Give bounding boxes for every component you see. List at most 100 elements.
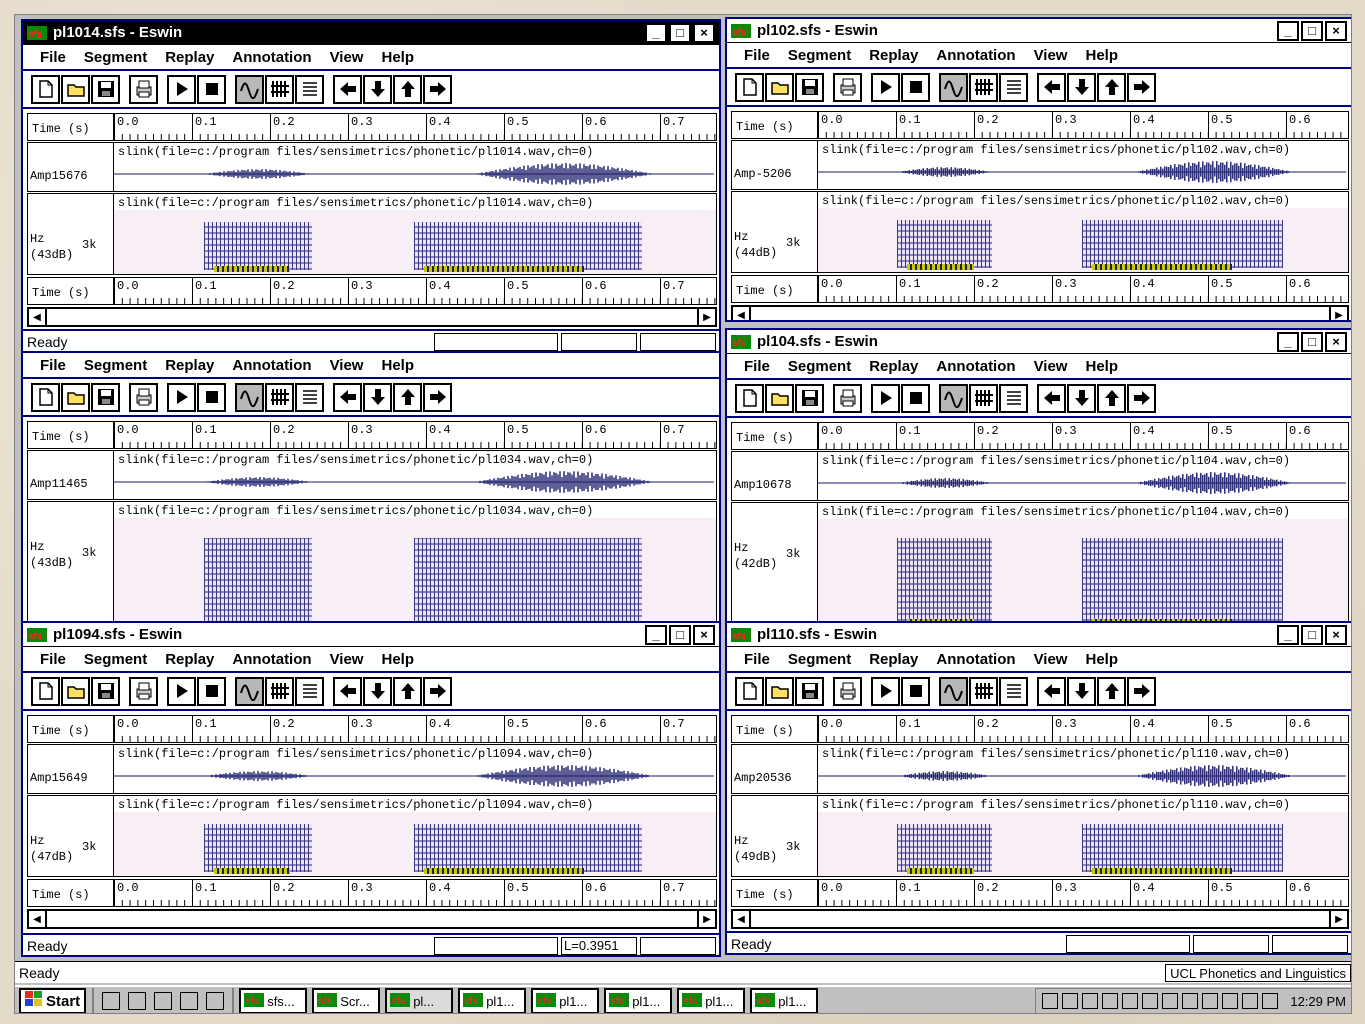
menu-segment[interactable]: Segment bbox=[75, 49, 156, 66]
arrow-up-button[interactable] bbox=[1097, 72, 1126, 102]
play-button[interactable] bbox=[167, 676, 196, 706]
horizontal-scrollbar[interactable]: ◀ ▶ bbox=[27, 909, 717, 929]
horizontal-scrollbar[interactable]: ◀ ▶ bbox=[27, 307, 717, 327]
save-button[interactable] bbox=[795, 72, 824, 102]
horizontal-scrollbar[interactable]: ◀ ▶ bbox=[731, 305, 1349, 320]
grid-view-button[interactable] bbox=[969, 72, 998, 102]
grid-view-button[interactable] bbox=[969, 383, 998, 413]
print-button[interactable] bbox=[129, 74, 158, 104]
display-area[interactable]: Time (s) 0.0 0.1 0.2 0.3 0.4 0.5 0.6 0.7 Amp15649… bbox=[23, 711, 719, 933]
menu-help[interactable]: Help bbox=[372, 49, 423, 66]
play-button[interactable] bbox=[167, 382, 196, 412]
menu-replay[interactable]: Replay bbox=[156, 357, 223, 374]
title-bar[interactable]: sfs pl102.sfs - Eswin _ □ × bbox=[727, 19, 1351, 43]
scroll-right-button[interactable]: ▶ bbox=[697, 911, 715, 927]
menu-annotation[interactable]: Annotation bbox=[223, 49, 320, 66]
horizontal-scrollbar[interactable]: ◀ ▶ bbox=[731, 909, 1349, 929]
arrow-up-button[interactable] bbox=[393, 382, 422, 412]
menu-segment[interactable]: Segment bbox=[75, 651, 156, 668]
menu-annotation[interactable]: Annotation bbox=[927, 47, 1024, 64]
stop-button[interactable] bbox=[901, 676, 930, 706]
menu-help[interactable]: Help bbox=[1076, 358, 1127, 375]
new-file-button[interactable] bbox=[735, 676, 764, 706]
arrow-down-button[interactable] bbox=[363, 74, 392, 104]
maximize-button[interactable]: □ bbox=[1301, 331, 1323, 352]
arrow-up-button[interactable] bbox=[1097, 383, 1126, 413]
arrow-right-button[interactable] bbox=[1127, 676, 1156, 706]
menu-replay[interactable]: Replay bbox=[156, 49, 223, 66]
grid-view-button[interactable] bbox=[265, 382, 294, 412]
arrow-left-button[interactable] bbox=[333, 676, 362, 706]
menu-view[interactable]: View bbox=[1025, 358, 1077, 375]
close-button[interactable]: × bbox=[693, 624, 715, 645]
scroll-right-button[interactable]: ▶ bbox=[697, 309, 715, 325]
display-area[interactable]: Time (s)0.00.10.20.30.40.50.60.7Amp20536… bbox=[727, 711, 1351, 931]
menu-annotation[interactable]: Annotation bbox=[927, 651, 1024, 668]
stop-button[interactable] bbox=[901, 383, 930, 413]
scroll-left-button[interactable]: ◀ bbox=[29, 309, 47, 325]
desktop-icon[interactable] bbox=[102, 992, 121, 1010]
menu-view[interactable]: View bbox=[321, 357, 373, 374]
menu-replay[interactable]: Replay bbox=[156, 651, 223, 668]
scroll-right-button[interactable]: ▶ bbox=[1329, 911, 1347, 927]
save-button[interactable] bbox=[795, 383, 824, 413]
spectrogram-track[interactable]: Hz (44dB) 3k slink(file=c:/program files/se… bbox=[731, 191, 1349, 273]
maximize-button[interactable]: □ bbox=[1301, 624, 1323, 645]
sfs-window-6[interactable]: sfs pl110.sfs - Eswin _ □ × File Segment Replay… bbox=[725, 621, 1351, 955]
media-icon[interactable] bbox=[180, 992, 199, 1010]
minimize-button[interactable]: _ bbox=[645, 22, 667, 43]
scroll-left-button[interactable]: ◀ bbox=[29, 911, 47, 927]
taskbar-item[interactable]: sfs pl1... bbox=[604, 988, 673, 1013]
waveform-view-button[interactable] bbox=[235, 382, 264, 412]
sfs-window-2[interactable]: sfs pl102.sfs - Eswin _ □ × File Segment Replay… bbox=[725, 17, 1351, 322]
waveform-track[interactable]: Amp20536 slink(file=c:/program files/sens… bbox=[731, 744, 1349, 794]
tray-icon[interactable] bbox=[1182, 993, 1199, 1009]
new-file-button[interactable] bbox=[735, 72, 764, 102]
arrow-left-button[interactable] bbox=[333, 74, 362, 104]
play-button[interactable] bbox=[871, 676, 900, 706]
arrow-right-button[interactable] bbox=[1127, 72, 1156, 102]
tray-icon[interactable] bbox=[1102, 993, 1119, 1009]
title-bar[interactable]: sfs pl1094.sfs - Eswin _ □ × bbox=[23, 623, 719, 647]
display-area[interactable]: Time (s) 0.0 0.1 0.2 0.3 0.4 0.5 0.6 0.7 Amp11465… bbox=[23, 417, 719, 629]
menu-annotation[interactable]: Annotation bbox=[223, 357, 320, 374]
taskbar-item[interactable]: sfs pl... bbox=[385, 988, 454, 1013]
print-button[interactable] bbox=[129, 676, 158, 706]
menu-file[interactable]: File bbox=[735, 651, 779, 668]
arrow-down-button[interactable] bbox=[1067, 72, 1096, 102]
new-file-button[interactable] bbox=[31, 676, 60, 706]
list-view-button[interactable] bbox=[999, 383, 1028, 413]
stop-button[interactable] bbox=[901, 72, 930, 102]
arrow-up-button[interactable] bbox=[1097, 676, 1126, 706]
save-button[interactable] bbox=[91, 676, 120, 706]
arrow-left-button[interactable] bbox=[1037, 676, 1066, 706]
title-bar[interactable]: sfs pl110.sfs - Eswin _ □ × bbox=[727, 623, 1351, 647]
taskbar-item[interactable]: sfs pl1... bbox=[677, 988, 746, 1013]
stop-button[interactable] bbox=[197, 382, 226, 412]
waveform-track[interactable]: Amp11465 slink(file=c:/program files/sens… bbox=[27, 450, 717, 500]
arrow-left-button[interactable] bbox=[1037, 383, 1066, 413]
menu-help[interactable]: Help bbox=[1076, 47, 1127, 64]
waveform-view-button[interactable] bbox=[939, 383, 968, 413]
waveform-track[interactable]: Amp15676 slink(file=c:/program files/sens… bbox=[27, 142, 717, 192]
spectrogram-track[interactable]: Hz (42dB) 3k slink(file=c:/program files/se… bbox=[731, 502, 1349, 626]
menu-help[interactable]: Help bbox=[372, 651, 423, 668]
tray-icon[interactable] bbox=[1222, 993, 1239, 1009]
menu-segment[interactable]: Segment bbox=[779, 47, 860, 64]
menu-segment[interactable]: Segment bbox=[779, 358, 860, 375]
tray-icon[interactable] bbox=[1162, 993, 1179, 1009]
play-button[interactable] bbox=[167, 74, 196, 104]
stop-button[interactable] bbox=[197, 676, 226, 706]
print-button[interactable] bbox=[129, 382, 158, 412]
play-button[interactable] bbox=[871, 72, 900, 102]
spectrogram-track[interactable]: Hz (47dB) 3k slink(file=c:/program files/se… bbox=[27, 795, 717, 877]
taskbar-item[interactable]: sfs pl1... bbox=[458, 988, 527, 1013]
new-file-button[interactable] bbox=[735, 383, 764, 413]
taskbar-item[interactable]: sfs sfs... bbox=[239, 988, 308, 1013]
list-view-button[interactable] bbox=[999, 72, 1028, 102]
tray-icon[interactable] bbox=[1042, 993, 1059, 1009]
tray-icon[interactable] bbox=[1082, 993, 1099, 1009]
tray-icon[interactable] bbox=[1202, 993, 1219, 1009]
menu-view[interactable]: View bbox=[1025, 47, 1077, 64]
arrow-right-button[interactable] bbox=[1127, 383, 1156, 413]
